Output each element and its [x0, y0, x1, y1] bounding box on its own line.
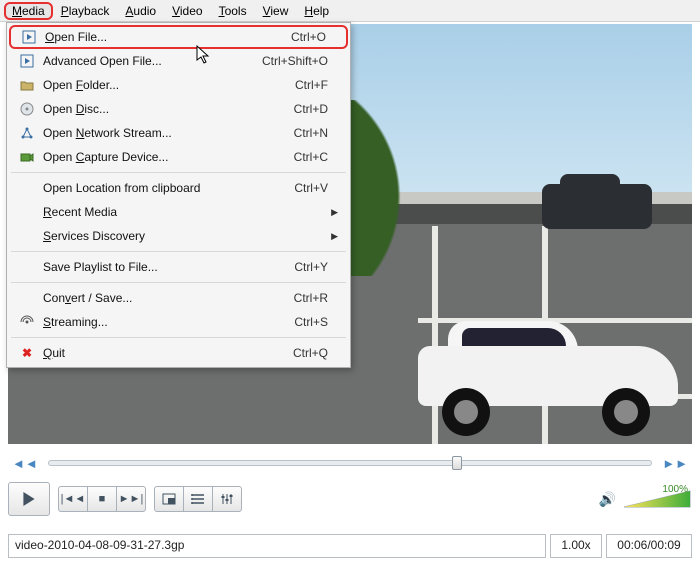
- menu-item-label: Save Playlist to File...: [39, 260, 294, 274]
- menu-item-label: Open Folder...: [39, 78, 295, 92]
- menu-item-label: Services Discovery: [39, 229, 328, 243]
- disc-icon: [15, 102, 39, 116]
- menu-item-label: Open Network Stream...: [39, 126, 294, 140]
- capture-icon: [15, 150, 39, 164]
- menu-item-open-file[interactable]: Open File...Ctrl+O: [9, 25, 348, 49]
- menu-item-open-folder[interactable]: Open Folder...Ctrl+F: [9, 73, 348, 97]
- menu-video[interactable]: Video: [164, 2, 210, 20]
- menu-item-shortcut: Ctrl+Y: [294, 260, 328, 274]
- playback-controls: |◄◄ ■ ►►| 🔊 100%: [8, 478, 692, 520]
- menu-item-convert-save[interactable]: Convert / Save...Ctrl+R: [9, 286, 348, 310]
- mouse-cursor-icon: [196, 45, 212, 65]
- menu-item-label: Open Disc...: [39, 102, 294, 116]
- menu-item-streaming[interactable]: Streaming...Ctrl+S: [9, 310, 348, 334]
- seek-bar-row: ◄◄ ►►: [8, 452, 692, 474]
- time-display[interactable]: 00:06/00:09: [606, 534, 692, 558]
- menu-audio[interactable]: Audio: [117, 2, 164, 20]
- play-file-icon: [15, 54, 39, 68]
- seek-slider[interactable]: [48, 460, 653, 466]
- media-menu-dropdown: Open File...Ctrl+OAdvanced Open File...C…: [6, 22, 351, 368]
- skip-back-button[interactable]: ◄◄: [8, 456, 42, 471]
- filename-display[interactable]: video-2010-04-08-09-31-27.3gp: [8, 534, 546, 558]
- menubar: MediaPlaybackAudioVideoToolsViewHelp: [0, 0, 700, 22]
- menu-item-label: Open Capture Device...: [39, 150, 294, 164]
- play-icon: [22, 492, 36, 506]
- menu-item-advanced-open-file[interactable]: Advanced Open File...Ctrl+Shift+O: [9, 49, 348, 73]
- skip-forward-button[interactable]: ►►: [658, 456, 692, 471]
- menu-tools[interactable]: Tools: [211, 2, 255, 20]
- menu-item-shortcut: Ctrl+Shift+O: [262, 54, 328, 68]
- quit-icon: ✖: [15, 346, 39, 360]
- menu-item-shortcut: Ctrl+S: [294, 315, 328, 329]
- menu-item-shortcut: Ctrl+Q: [293, 346, 328, 360]
- next-button[interactable]: ►►|: [116, 486, 146, 512]
- menu-item-shortcut: Ctrl+R: [294, 291, 328, 305]
- playlist-icon: [191, 493, 205, 505]
- volume-icon[interactable]: 🔊: [599, 491, 616, 508]
- menu-item-quit[interactable]: ✖QuitCtrl+Q: [9, 341, 348, 365]
- volume-area: 🔊 100%: [599, 487, 692, 511]
- menu-item-shortcut: Ctrl+C: [294, 150, 328, 164]
- transport-group: |◄◄ ■ ►►|: [58, 486, 146, 512]
- seek-thumb[interactable]: [452, 456, 462, 470]
- menu-item-shortcut: Ctrl+F: [295, 78, 328, 92]
- volume-slider[interactable]: 100%: [622, 487, 692, 511]
- menu-item-label: Convert / Save...: [39, 291, 294, 305]
- menu-item-open-capture-device[interactable]: Open Capture Device...Ctrl+C: [9, 145, 348, 169]
- playlist-button[interactable]: [183, 486, 213, 512]
- menu-separator: [11, 282, 346, 283]
- menu-item-shortcut: Ctrl+N: [294, 126, 328, 140]
- menu-separator: [11, 251, 346, 252]
- status-bar: video-2010-04-08-09-31-27.3gp 1.00x 00:0…: [8, 534, 692, 558]
- submenu-arrow-icon: ▶: [328, 207, 338, 218]
- previous-button[interactable]: |◄◄: [58, 486, 88, 512]
- fullscreen-button[interactable]: [154, 486, 184, 512]
- menu-item-shortcut: Ctrl+O: [291, 30, 326, 44]
- menu-item-label: Recent Media: [39, 205, 328, 219]
- menu-item-services-discovery[interactable]: Services Discovery▶: [9, 224, 348, 248]
- menu-separator: [11, 337, 346, 338]
- menu-item-label: Streaming...: [39, 315, 294, 329]
- menu-item-save-playlist-to-file[interactable]: Save Playlist to File...Ctrl+Y: [9, 255, 348, 279]
- volume-percent-label: 100%: [662, 484, 688, 495]
- menu-help[interactable]: Help: [296, 2, 337, 20]
- view-group: [154, 486, 242, 512]
- folder-icon: [15, 78, 39, 92]
- stream-icon: [15, 315, 39, 329]
- menu-media[interactable]: Media: [4, 2, 53, 20]
- menu-item-recent-media[interactable]: Recent Media▶: [9, 200, 348, 224]
- extended-settings-button[interactable]: [212, 486, 242, 512]
- fullscreen-icon: [162, 493, 176, 505]
- playback-speed-display[interactable]: 1.00x: [550, 534, 602, 558]
- play-file-icon: [17, 30, 41, 44]
- menu-item-label: Open File...: [41, 30, 291, 44]
- menu-separator: [11, 172, 346, 173]
- menu-item-shortcut: Ctrl+D: [294, 102, 328, 116]
- menu-item-label: Advanced Open File...: [39, 54, 262, 68]
- menu-item-open-network-stream[interactable]: Open Network Stream...Ctrl+N: [9, 121, 348, 145]
- play-button[interactable]: [8, 482, 50, 516]
- menu-item-label: Open Location from clipboard: [39, 181, 294, 195]
- stop-button[interactable]: ■: [87, 486, 117, 512]
- menu-playback[interactable]: Playback: [53, 2, 118, 20]
- equalizer-icon: [220, 493, 234, 505]
- menu-item-shortcut: Ctrl+V: [294, 181, 328, 195]
- submenu-arrow-icon: ▶: [328, 231, 338, 242]
- menu-item-label: Quit: [39, 346, 293, 360]
- menu-item-open-location-from-clipboard[interactable]: Open Location from clipboardCtrl+V: [9, 176, 348, 200]
- menu-item-open-disc[interactable]: Open Disc...Ctrl+D: [9, 97, 348, 121]
- menu-view[interactable]: View: [255, 2, 297, 20]
- network-icon: [15, 126, 39, 140]
